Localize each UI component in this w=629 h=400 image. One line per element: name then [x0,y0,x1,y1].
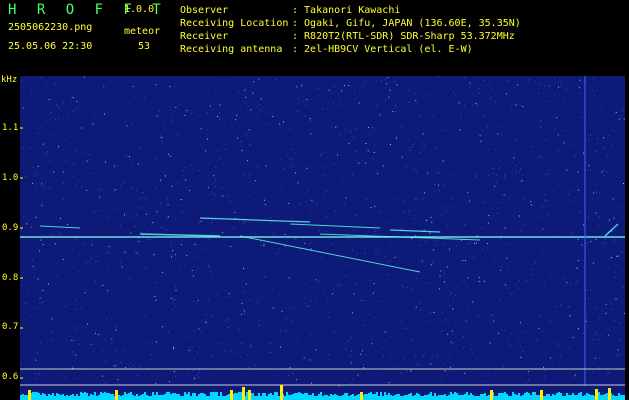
spectrogram-background [20,76,625,400]
y-tick-label: 0.6 [2,372,19,382]
spectrogram [20,76,625,400]
y-axis-unit: kHz [1,75,18,85]
header-panel: H R O F F T 1.0.0 2505062230.png 25.05.0… [0,0,629,76]
y-tick-label: 1.1 [2,123,19,133]
meteor-label: meteor [124,26,161,37]
info-row-receiver: Receiver : R820T2(RTL-SDR) SDR-Sharp 53.3… [180,30,521,43]
timestamp: 25.05.06 22:30 [8,41,93,52]
y-tick-label: 0.7 [2,322,19,332]
info-value: : Ogaki, Gifu, JAPAN (136.60E, 35.35N) [292,18,521,29]
info-row-observer: Observer : Takanori Kawachi [180,4,521,17]
info-key: Receiver [180,31,229,42]
info-key: Receiving antenna [180,44,283,55]
info-row-location: Receiving Location: Ogaki, Gifu, JAPAN (… [180,17,521,30]
station-info: Observer : Takanori Kawachi Receiving Loc… [180,4,521,56]
info-key: Observer [180,5,229,16]
y-tick-label: 0.8 [2,273,19,283]
file-name: 2505062230.png [8,22,93,33]
info-value: : 2el-HB9CV Vertical (el. E-W) [292,44,473,55]
info-value: : Takanori Kawachi [292,5,401,16]
app-version: 1.0.0 [124,4,155,15]
info-key: Receiving Location [180,18,289,29]
meteor-count: 53 [138,41,151,52]
y-tick-label: 0.9 [2,223,19,233]
info-row-antenna: Receiving antenna : 2el-HB9CV Vertical (e… [180,43,521,56]
y-tick-label: 1.0 [2,173,19,183]
info-value: : R820T2(RTL-SDR) SDR-Sharp 53.372MHz [292,31,515,42]
